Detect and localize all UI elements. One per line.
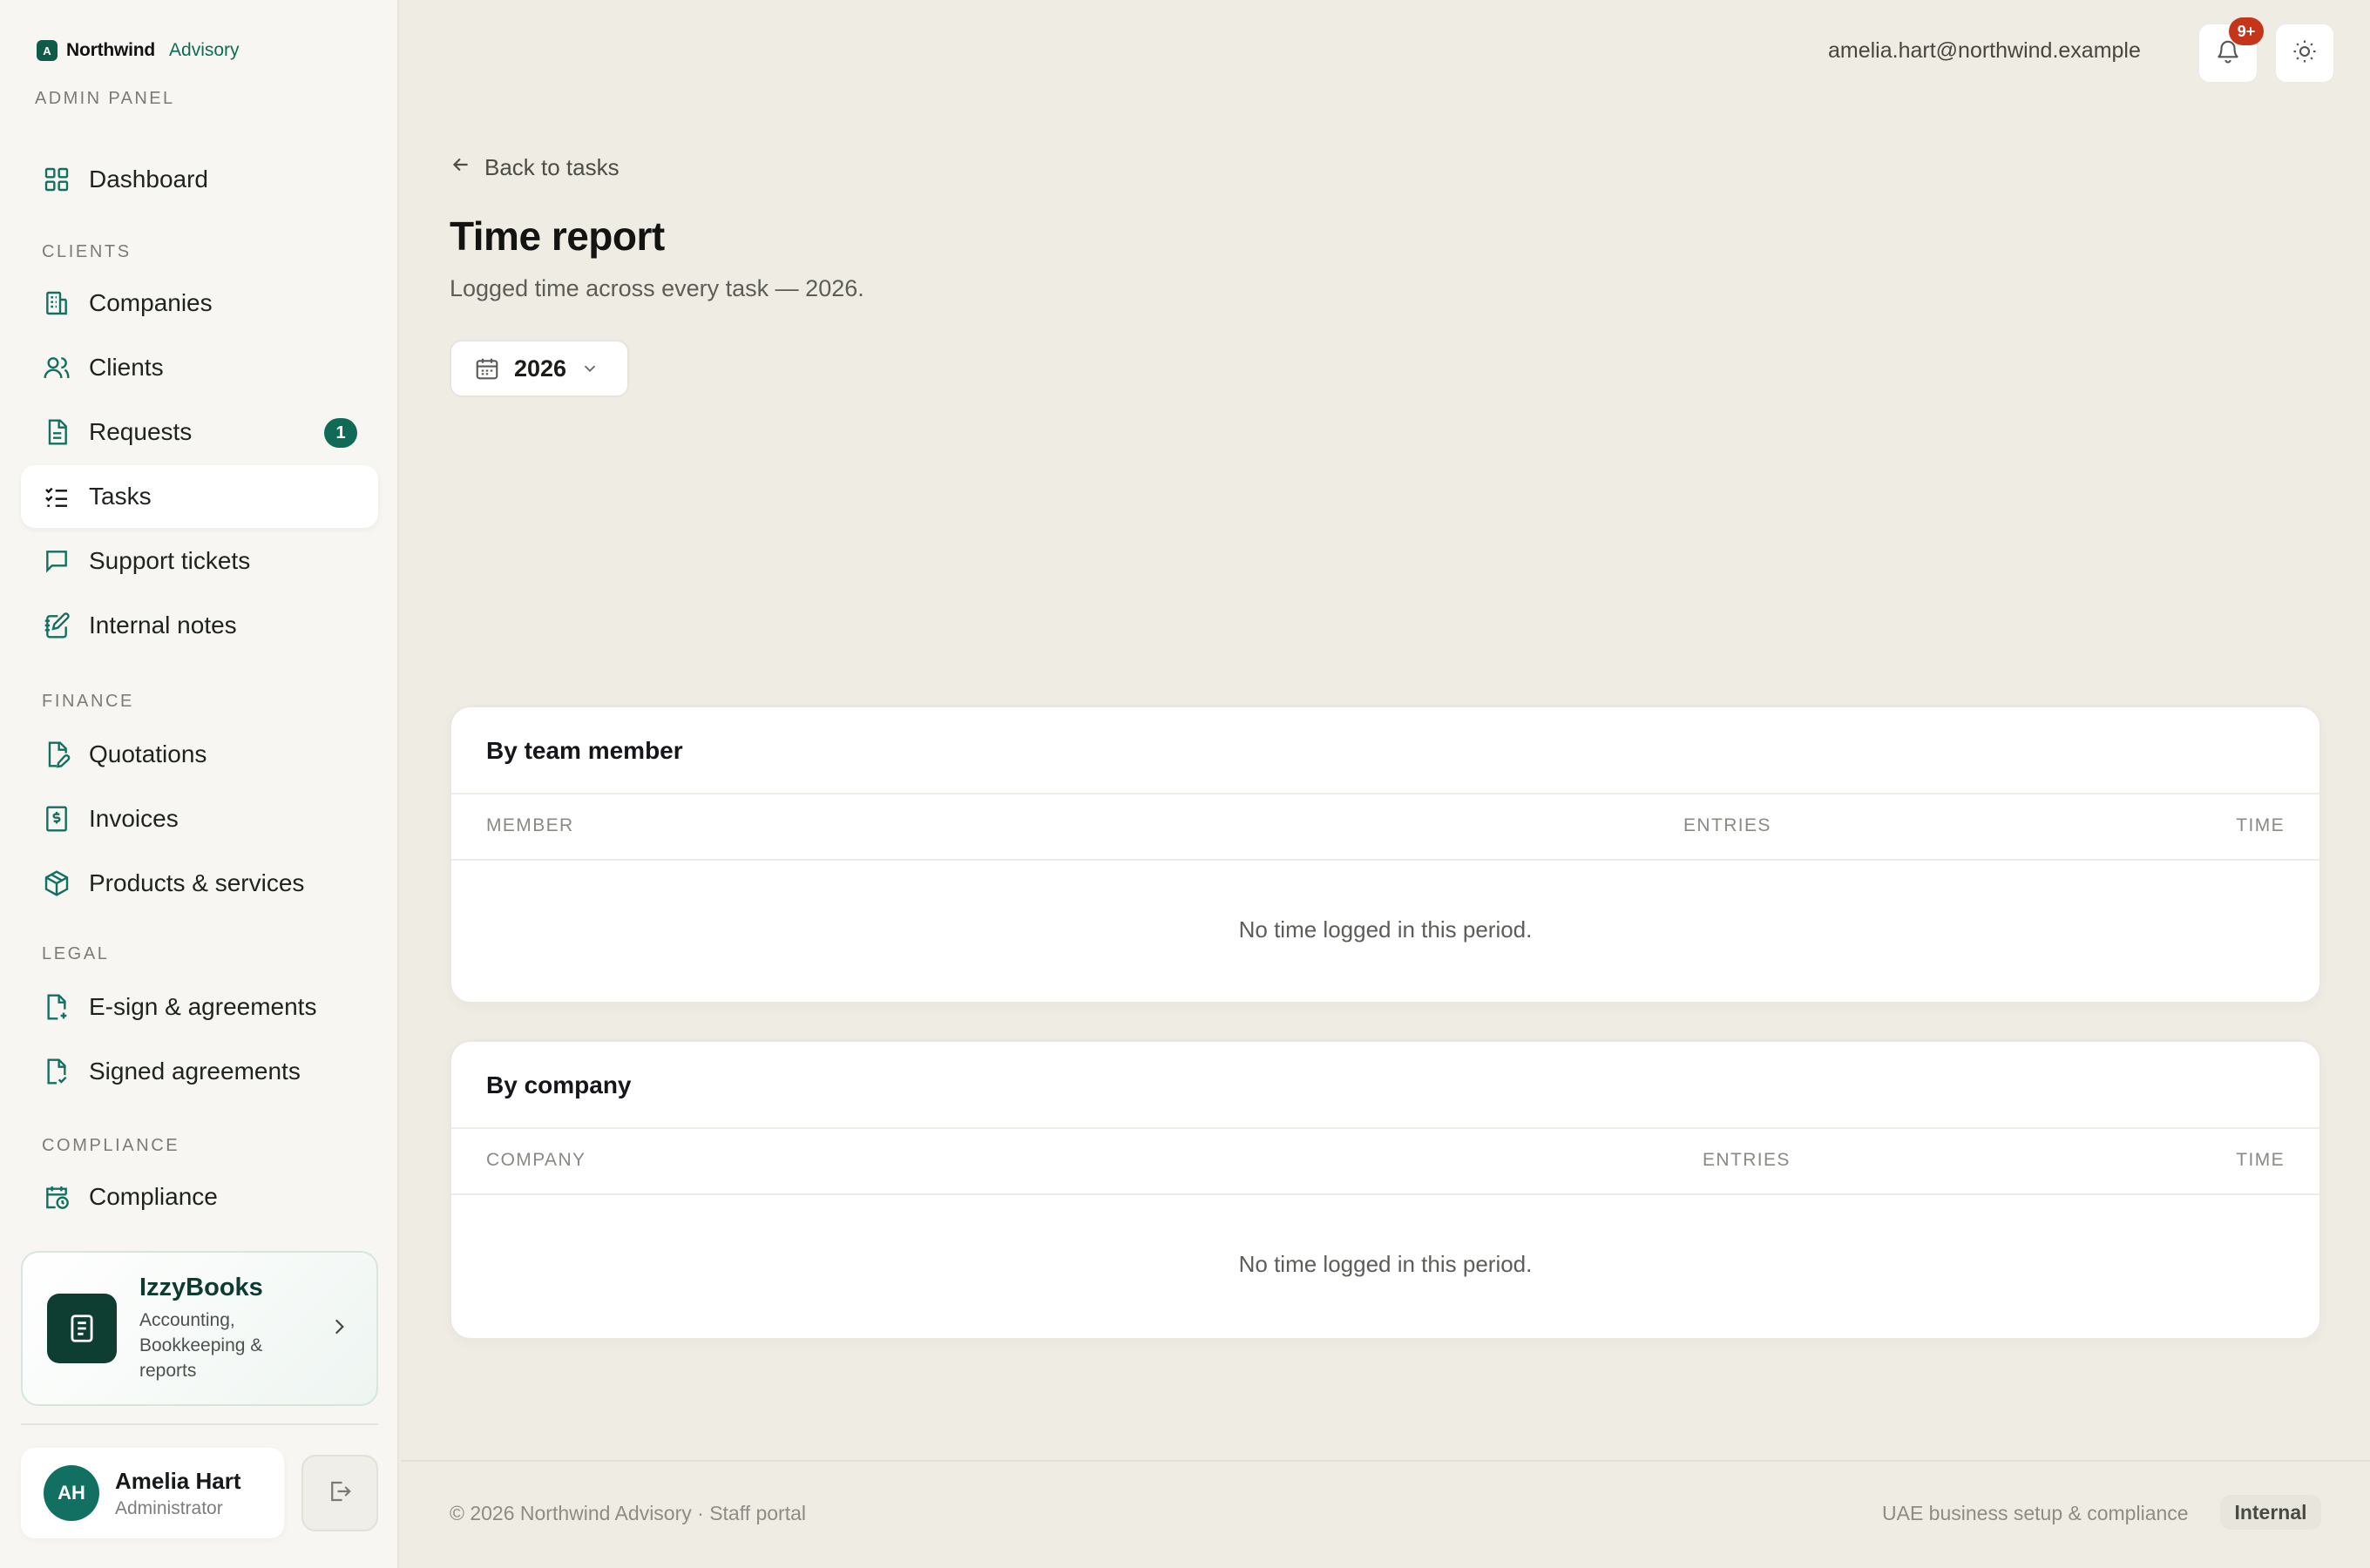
sidebar-item-label: Dashboard	[89, 166, 208, 193]
sidebar-item-tasks[interactable]: Tasks	[21, 465, 378, 528]
column-header-time[interactable]: TIME	[2236, 815, 2285, 836]
user-name: Amelia Hart	[115, 1467, 241, 1494]
promo-text: IzzyBooks Accounting, Bookkeeping & repo…	[139, 1274, 314, 1383]
column-header-entries[interactable]: ENTRIES	[1703, 1150, 1791, 1171]
brand-logo-icon: A	[37, 40, 58, 61]
sidebar-item-label: Tasks	[89, 483, 152, 510]
footer-copyright: © 2026 Northwind Advisory · Staff portal	[450, 1502, 807, 1524]
by-team-member-card: By team member MEMBER ENTRIES TIME No ti…	[450, 706, 2321, 1004]
page-subtitle: Logged time across every task — 2026.	[450, 275, 864, 301]
sidebar: A Northwind Advisory ADMIN PANEL Dashboa…	[0, 0, 399, 1568]
sidebar-item-label: Compliance	[89, 1183, 218, 1210]
theme-toggle-button[interactable]	[2274, 23, 2335, 84]
promo-title: IzzyBooks	[139, 1274, 263, 1301]
user-email: amelia.hart@northwind.example	[1828, 38, 2141, 63]
users-icon	[42, 353, 71, 382]
back-to-tasks-link[interactable]: Back to tasks	[450, 153, 620, 182]
column-header-time[interactable]: TIME	[2236, 1150, 2285, 1171]
sun-icon	[2292, 38, 2318, 69]
sidebar-item-label: Quotations	[89, 740, 207, 767]
izzybooks-promo-card[interactable]: IzzyBooks Accounting, Bookkeeping & repo…	[21, 1251, 378, 1406]
sidebar-item-support[interactable]: Support tickets	[21, 530, 378, 592]
sidebar-item-notes[interactable]: Internal notes	[21, 594, 378, 657]
sidebar-item-products[interactable]: Products & services	[21, 852, 378, 915]
card-divider	[451, 1127, 2319, 1129]
receipt-dollar-icon	[42, 804, 71, 834]
sidebar-item-label: Clients	[89, 354, 164, 381]
sidebar-item-label: Invoices	[89, 805, 179, 832]
grid-icon	[42, 165, 71, 194]
empty-state-message: No time logged in this period.	[1238, 1251, 1533, 1277]
sidebar-item-dashboard[interactable]: Dashboard	[21, 148, 378, 211]
footer-divider	[401, 1460, 2370, 1462]
sidebar-item-clients[interactable]: Clients	[21, 336, 378, 399]
user-role: Administrator	[115, 1497, 223, 1518]
column-header-company[interactable]: COMPANY	[486, 1150, 586, 1171]
sidebar-item-label: E-sign & agreements	[89, 993, 317, 1020]
back-link-label: Back to tasks	[484, 154, 620, 180]
card-divider	[451, 793, 2319, 794]
building-icon	[42, 288, 71, 318]
arrow-left-icon	[450, 153, 472, 182]
message-icon	[42, 546, 71, 576]
user-profile-card[interactable]: AH Amelia Hart Administrator	[21, 1448, 284, 1538]
sidebar-item-signed[interactable]: Signed agreements	[21, 1040, 378, 1103]
sidebar-item-label: Signed agreements	[89, 1058, 301, 1085]
notification-count-badge: 9+	[2229, 17, 2264, 45]
header-divider	[451, 859, 2319, 861]
chevron-down-icon	[580, 359, 599, 378]
sidebar-item-label: Companies	[89, 289, 213, 316]
column-header-entries[interactable]: ENTRIES	[1683, 815, 1771, 836]
sidebar-item-companies[interactable]: Companies	[21, 272, 378, 335]
avatar: AH	[44, 1465, 99, 1521]
footer-tagline: UAE business setup & compliance	[1882, 1502, 2189, 1524]
section-label-legal: LEGAL	[42, 944, 110, 963]
book-icon	[47, 1294, 117, 1363]
calendar-icon	[474, 355, 500, 382]
logout-icon	[327, 1478, 353, 1509]
notebook-pen-icon	[42, 611, 71, 640]
sidebar-item-quotations[interactable]: Quotations	[21, 723, 378, 786]
chevron-right-icon	[328, 1315, 350, 1342]
sidebar-divider	[21, 1423, 378, 1425]
sidebar-item-label: Internal notes	[89, 612, 237, 639]
sidebar-item-esign[interactable]: E-sign & agreements	[21, 976, 378, 1038]
panel-label: ADMIN PANEL	[35, 89, 175, 108]
header-divider	[451, 1193, 2319, 1195]
year-value: 2026	[514, 355, 567, 382]
package-icon	[42, 868, 71, 898]
by-company-card: By company COMPANY ENTRIES TIME No time …	[450, 1040, 2321, 1340]
checklist-icon	[42, 482, 71, 511]
brand-sub: Advisory	[169, 40, 240, 60]
file-edit-icon	[42, 740, 71, 769]
internal-badge: Internal	[2220, 1495, 2321, 1530]
sidebar-item-label: Requests	[89, 418, 193, 445]
document-icon	[42, 417, 71, 447]
section-label-compliance: COMPLIANCE	[42, 1136, 180, 1155]
year-select[interactable]: 2026	[450, 340, 629, 397]
section-label-clients: CLIENTS	[42, 242, 132, 261]
sidebar-item-requests[interactable]: Requests 1	[21, 401, 378, 463]
file-plus-icon	[42, 992, 71, 1022]
brand-name: Northwind	[66, 40, 156, 60]
column-header-member[interactable]: MEMBER	[486, 815, 574, 836]
requests-count-badge: 1	[324, 418, 357, 448]
logout-button[interactable]	[301, 1455, 378, 1531]
card-title: By company	[486, 1071, 632, 1098]
promo-description: Accounting, Bookkeeping & reports	[139, 1310, 263, 1381]
page-title: Time report	[450, 213, 665, 259]
section-label-finance: FINANCE	[42, 692, 134, 711]
file-check-icon	[42, 1057, 71, 1086]
empty-state-message: No time logged in this period.	[1238, 916, 1533, 943]
sidebar-item-compliance[interactable]: Compliance	[21, 1166, 378, 1228]
sidebar-item-label: Products & services	[89, 869, 305, 896]
sidebar-item-label: Support tickets	[89, 547, 251, 574]
card-title: By team member	[486, 737, 683, 764]
user-meta: Amelia Hart Administrator	[115, 1468, 241, 1519]
sidebar-item-invoices[interactable]: Invoices	[21, 787, 378, 850]
calendar-clock-icon	[42, 1182, 71, 1212]
brand[interactable]: A Northwind Advisory	[37, 40, 240, 61]
